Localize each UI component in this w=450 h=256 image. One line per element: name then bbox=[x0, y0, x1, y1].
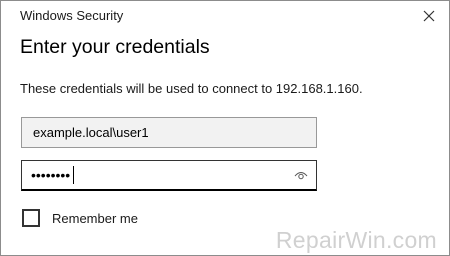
text-caret bbox=[73, 166, 75, 184]
watermark-text: RepairWin.com bbox=[275, 227, 437, 253]
close-icon[interactable] bbox=[421, 8, 437, 24]
window-title: Windows Security bbox=[20, 8, 124, 23]
remember-me-label[interactable]: Remember me bbox=[52, 211, 138, 226]
remember-me-row[interactable]: Remember me bbox=[22, 209, 138, 227]
credentials-dialog: Windows Security Enter your credentials … bbox=[0, 0, 450, 256]
dialog-message: These credentials will be used to connec… bbox=[20, 81, 363, 96]
title-bar: Windows Security bbox=[1, 1, 449, 31]
dialog-heading: Enter your credentials bbox=[20, 36, 210, 58]
password-field[interactable]: •••••••• bbox=[21, 160, 317, 191]
eye-icon[interactable] bbox=[294, 169, 308, 181]
username-field[interactable]: example.local\user1 bbox=[21, 117, 317, 148]
password-masked-value: •••••••• bbox=[31, 167, 71, 183]
remember-me-checkbox[interactable] bbox=[22, 209, 40, 227]
password-value-wrap: •••••••• bbox=[31, 166, 75, 184]
username-value: example.local\user1 bbox=[33, 125, 149, 140]
